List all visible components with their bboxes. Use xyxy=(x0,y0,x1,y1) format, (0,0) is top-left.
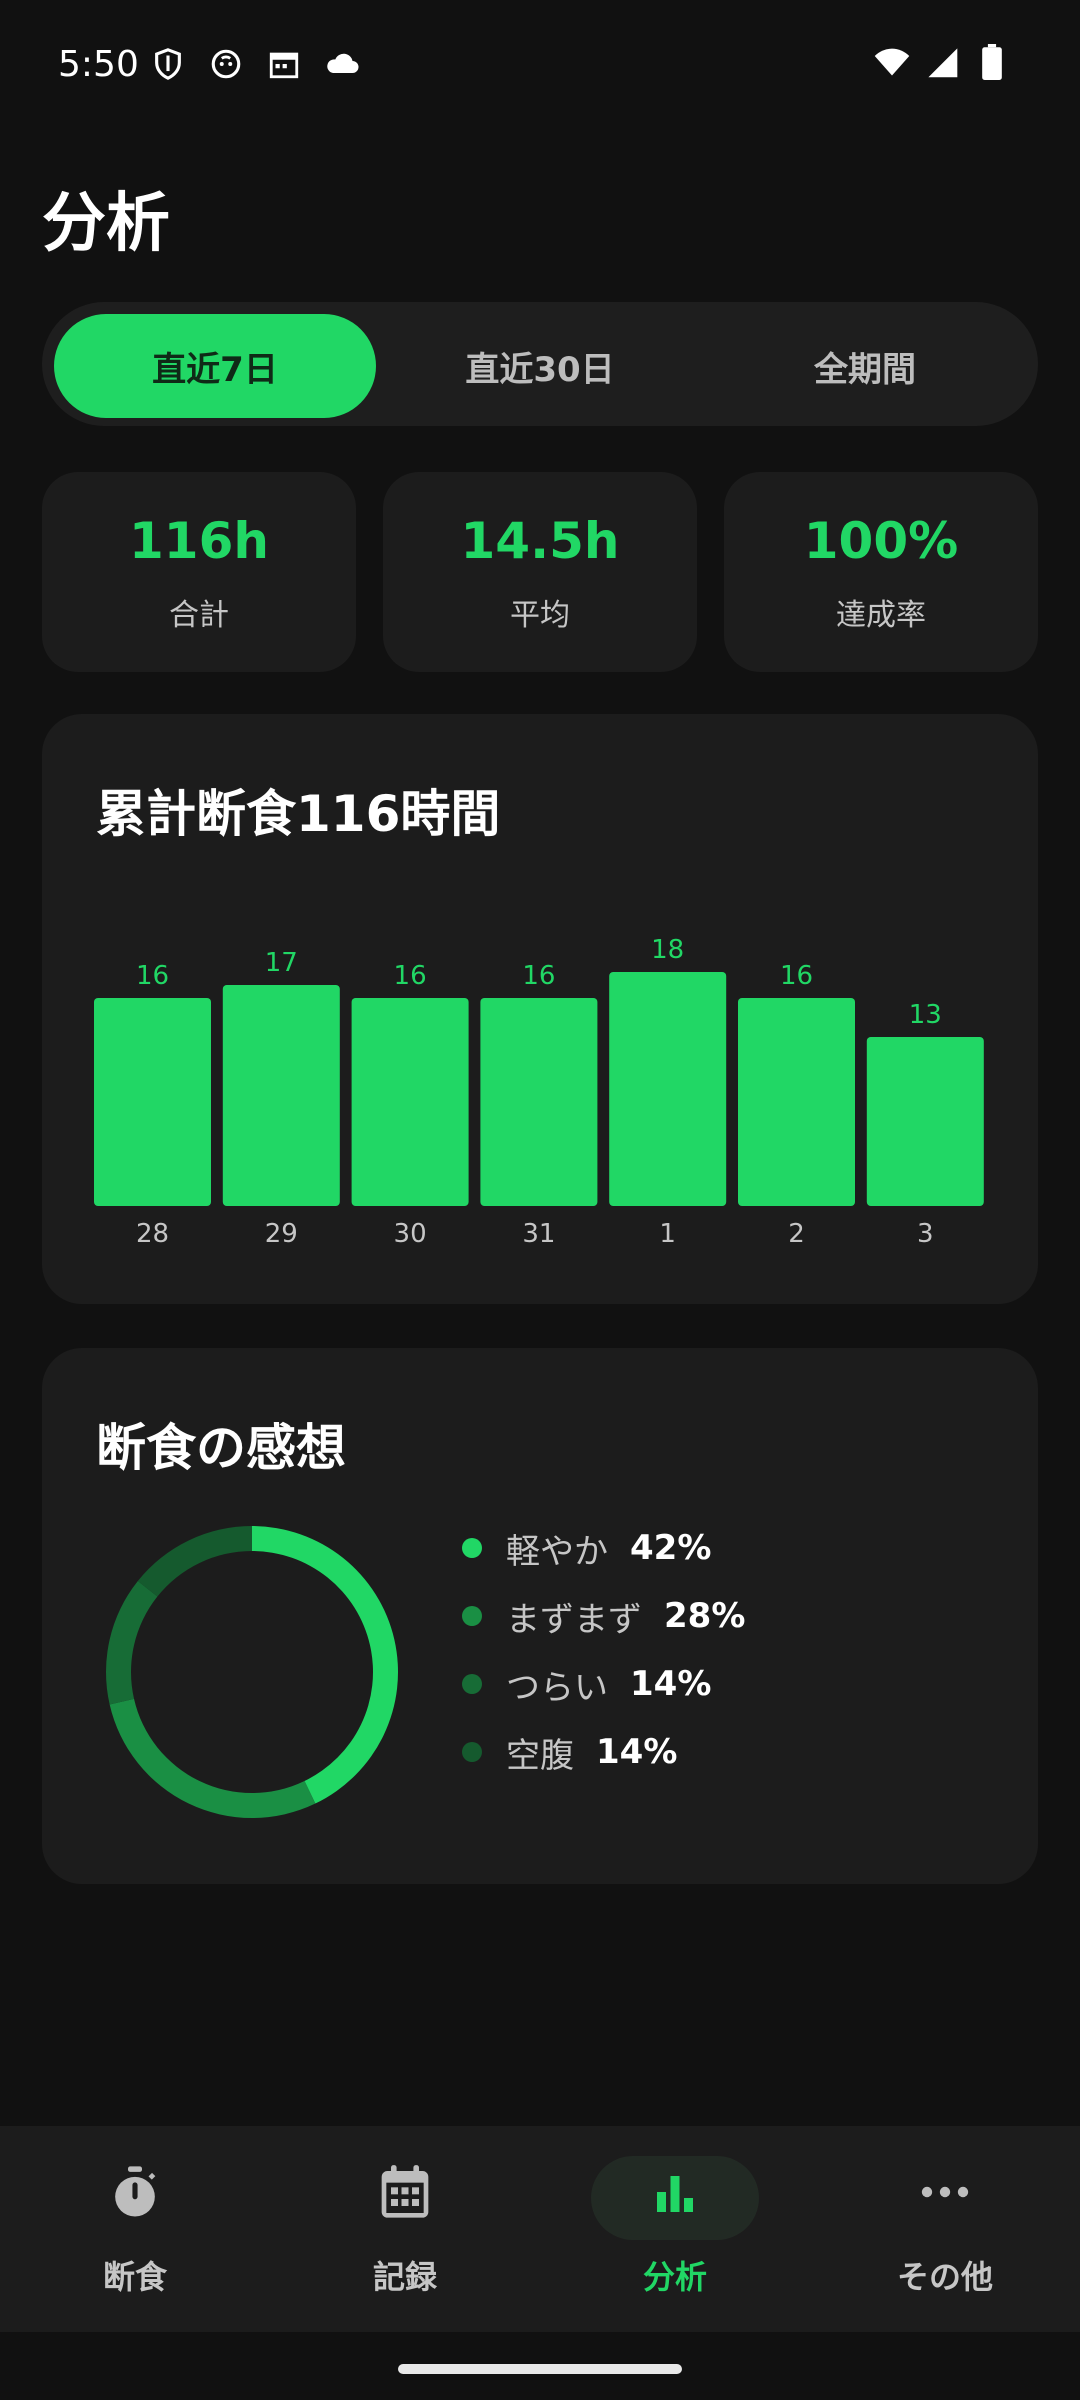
calendar-icon xyxy=(266,46,302,82)
page-title: 分析 xyxy=(42,187,170,261)
tab-all-time[interactable]: 全期間 xyxy=(704,314,1026,418)
nav-item-more[interactable]: その他 xyxy=(810,2126,1080,2332)
x-tick-label: 28 xyxy=(136,1219,169,1249)
stat-value: 14.5h xyxy=(460,512,620,570)
x-tick-label: 30 xyxy=(394,1219,427,1249)
x-tick-label: 1 xyxy=(659,1219,676,1249)
stat-card-total: 116h 合計 xyxy=(42,472,356,672)
feelings-card: 断食の感想 軽やか 42% まずまず 28% つらい 14% 空腹 14% xyxy=(42,1348,1038,1884)
bar xyxy=(94,998,211,1206)
stat-value: 100% xyxy=(803,512,959,570)
legend-item: つらい 14% xyxy=(462,1650,745,1718)
legend-percent: 42% xyxy=(630,1528,712,1568)
battery-icon xyxy=(974,44,1010,80)
tab-last-7-days[interactable]: 直近7日 xyxy=(54,314,376,418)
donut-slice xyxy=(137,1526,252,1597)
feelings-donut-chart xyxy=(106,1526,399,1818)
bar-value-label: 16 xyxy=(136,961,169,991)
cat-face-icon xyxy=(208,46,244,82)
bar xyxy=(609,972,727,1206)
bar xyxy=(738,998,855,1206)
stopwatch-icon xyxy=(105,2162,165,2222)
nav-label: その他 xyxy=(896,2258,993,2296)
range-tabs: 直近7日 直近30日 全期間 xyxy=(42,302,1038,426)
nav-label: 分析 xyxy=(642,2258,707,2296)
legend-percent: 28% xyxy=(664,1596,746,1636)
bottom-navigation: 断食 記録 分析 その他 xyxy=(0,2126,1080,2332)
legend-item: まずまず 28% xyxy=(462,1582,745,1650)
x-tick-label: 31 xyxy=(522,1219,555,1249)
feelings-legend: 軽やか 42% まずまず 28% つらい 14% 空腹 14% xyxy=(462,1514,745,1786)
x-tick-label: 3 xyxy=(917,1219,934,1249)
stat-card-achievement: 100% 達成率 xyxy=(724,472,1038,672)
stat-label: 合計 xyxy=(169,598,229,633)
x-tick-label: 29 xyxy=(265,1219,298,1249)
legend-dot xyxy=(462,1606,482,1626)
legend-label: 空腹 xyxy=(506,1735,574,1776)
legend-label: まずまず xyxy=(506,1599,642,1640)
fasting-chart-card: 累計断食116時間 16 28 17 29 16 30 16 31 18 1 16 2 13 3 xyxy=(42,714,1038,1304)
bar-value-label: 16 xyxy=(394,961,427,991)
stat-card-average: 14.5h 平均 xyxy=(383,472,697,672)
bar-value-label: 18 xyxy=(651,935,684,965)
bar-value-label: 16 xyxy=(522,961,555,991)
legend-item: 軽やか 42% xyxy=(462,1514,745,1582)
signal-icon xyxy=(924,44,960,80)
bar-chart-icon xyxy=(645,2162,705,2222)
more-dots-icon xyxy=(915,2162,975,2222)
shield-icon xyxy=(150,46,186,82)
bar xyxy=(480,998,598,1206)
nav-item-analysis[interactable]: 分析 xyxy=(540,2126,810,2332)
nav-label: 断食 xyxy=(102,2258,167,2296)
nav-item-records[interactable]: 記録 xyxy=(270,2126,540,2332)
stat-label: 平均 xyxy=(510,598,570,633)
legend-label: 軽やか xyxy=(506,1531,608,1572)
calendar-icon xyxy=(375,2162,435,2222)
home-indicator xyxy=(398,2364,682,2374)
bar-value-label: 17 xyxy=(265,948,298,978)
legend-dot xyxy=(462,1742,482,1762)
bar-value-label: 16 xyxy=(780,961,813,991)
bar xyxy=(866,1037,984,1206)
tab-last-30-days[interactable]: 直近30日 xyxy=(379,314,701,418)
feelings-title: 断食の感想 xyxy=(96,1419,346,1477)
legend-dot xyxy=(462,1674,482,1694)
status-time: 5:50 xyxy=(58,44,139,85)
donut-slice xyxy=(252,1526,399,1804)
legend-dot xyxy=(462,1538,482,1558)
x-tick-label: 2 xyxy=(788,1219,805,1249)
fasting-bar-chart: 16 28 17 29 16 30 16 31 18 1 16 2 13 3 xyxy=(94,935,984,1249)
donut-slice xyxy=(106,1580,158,1705)
status-bar: 5:50 xyxy=(0,0,1080,130)
wifi-icon xyxy=(874,44,910,80)
stat-value: 116h xyxy=(129,512,269,570)
legend-percent: 14% xyxy=(596,1732,678,1772)
cloud-icon xyxy=(324,46,360,82)
stat-label: 達成率 xyxy=(836,598,926,633)
bar xyxy=(351,998,469,1206)
legend-item: 空腹 14% xyxy=(462,1718,745,1786)
legend-label: つらい xyxy=(506,1667,608,1708)
bar xyxy=(222,985,340,1206)
nav-label: 記録 xyxy=(372,2258,437,2296)
legend-percent: 14% xyxy=(630,1664,712,1704)
bar-value-label: 13 xyxy=(909,1000,942,1030)
nav-item-fasting[interactable]: 断食 xyxy=(0,2126,270,2332)
donut-slice xyxy=(109,1698,316,1818)
